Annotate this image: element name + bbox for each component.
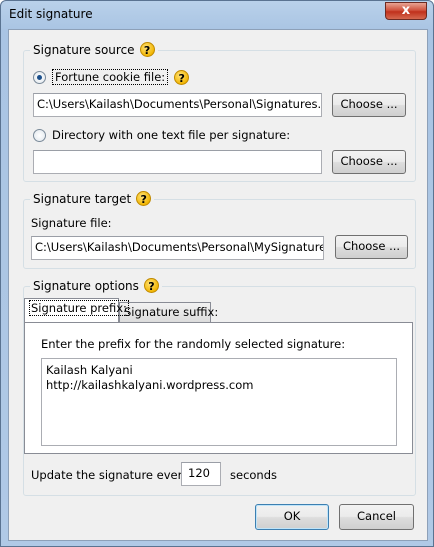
- signature-file-label: Signature file:: [31, 216, 112, 230]
- update-interval-label: Update the signature every: [31, 468, 190, 482]
- fortune-cookie-path-input[interactable]: C:\Users\Kailash\Documents\Personal\Sign…: [33, 93, 322, 117]
- directory-option[interactable]: Directory with one text file per signatu…: [33, 128, 290, 142]
- prefix-textarea[interactable]: Kailash Kalyani http://kailashkalyani.wo…: [41, 358, 397, 446]
- fortune-cookie-radio[interactable]: [33, 70, 46, 84]
- tab-signature-prefix[interactable]: Signature prefix:: [24, 298, 129, 322]
- signature-file-path-input[interactable]: C:\Users\Kailash\Documents\Personal\MySi…: [31, 236, 324, 260]
- signature-source-label: Signature source: [33, 42, 135, 57]
- directory-path-input[interactable]: [33, 150, 322, 174]
- prefix-line-2: http://kailashkalyani.wordpress.com: [46, 378, 254, 392]
- fortune-choose-button[interactable]: Choose ...: [332, 93, 406, 117]
- fortune-cookie-label[interactable]: Fortune cookie file:: [52, 69, 169, 85]
- window-title: Edit signature: [9, 7, 93, 21]
- prefix-instruction: Enter the prefix for the randomly select…: [41, 337, 346, 351]
- seconds-label: seconds: [230, 468, 278, 482]
- close-button[interactable]: x: [385, 2, 427, 20]
- update-interval-input[interactable]: 120: [181, 462, 221, 486]
- cancel-button[interactable]: Cancel: [339, 504, 414, 530]
- signature-options-title: Signature options ?: [30, 278, 162, 293]
- fortune-cookie-option[interactable]: Fortune cookie file: ?: [33, 69, 190, 85]
- signature-target-label: Signature target: [33, 191, 132, 206]
- dialog-client-area: Signature source ? Fortune cookie file: …: [8, 29, 428, 541]
- tab-signature-suffix[interactable]: Signature suffix:: [119, 302, 218, 322]
- help-icon[interactable]: ?: [143, 278, 159, 293]
- help-icon[interactable]: ?: [139, 42, 155, 57]
- tab-signature-suffix-label: Signature suffix:: [124, 305, 219, 319]
- signature-options-label: Signature options: [33, 278, 139, 293]
- help-icon[interactable]: ?: [174, 69, 190, 85]
- signature-source-title: Signature source ?: [30, 42, 158, 57]
- edit-signature-window: Edit signature x Signature source ? Fort…: [0, 0, 434, 547]
- tab-signature-prefix-label: Signature prefix:: [29, 300, 129, 316]
- prefix-line-1: Kailash Kalyani: [46, 363, 133, 377]
- directory-radio[interactable]: [33, 128, 46, 142]
- target-choose-button[interactable]: Choose ...: [335, 235, 408, 259]
- directory-choose-button[interactable]: Choose ...: [332, 150, 406, 174]
- signature-prefix-panel: Enter the prefix for the randomly select…: [24, 322, 413, 454]
- ok-button[interactable]: OK: [255, 504, 329, 530]
- directory-label[interactable]: Directory with one text file per signatu…: [52, 128, 290, 142]
- title-bar[interactable]: Edit signature x: [1, 1, 433, 29]
- signature-target-title: Signature target ?: [30, 191, 155, 206]
- help-icon[interactable]: ?: [136, 191, 152, 206]
